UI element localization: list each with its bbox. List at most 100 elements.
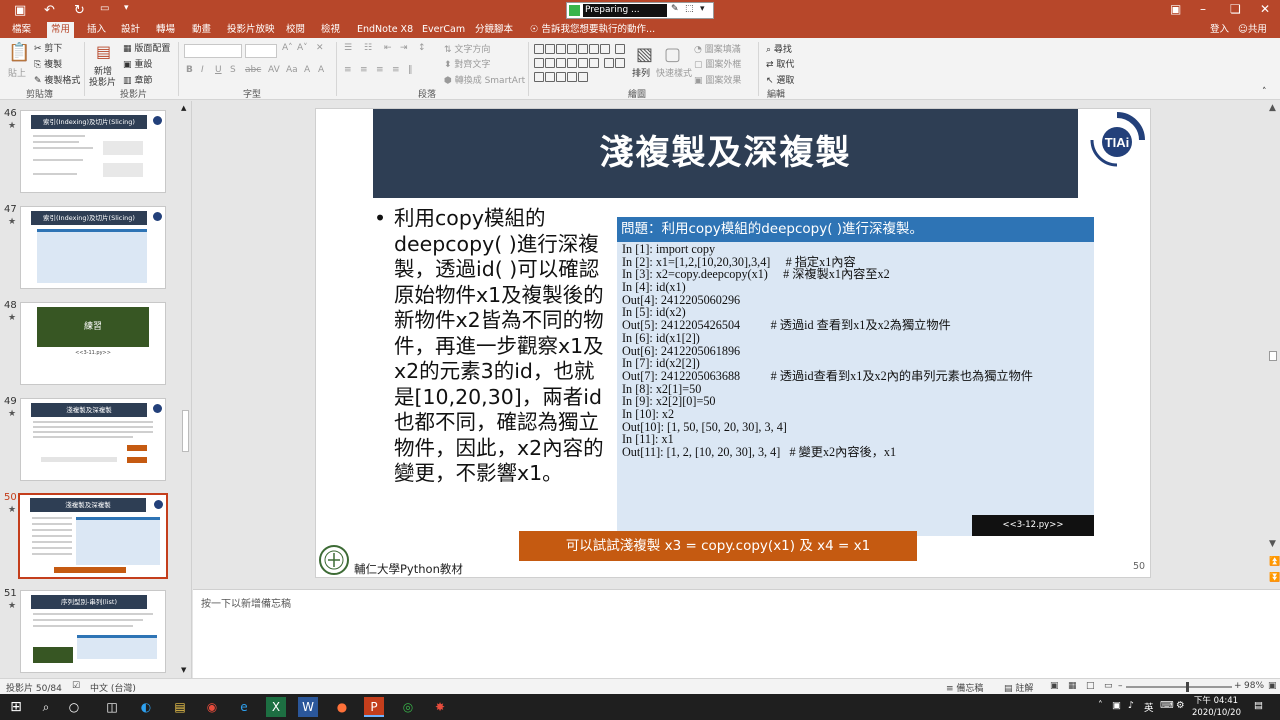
slide-thumbnail-48[interactable]: 練習 <<3-11.py>> — [20, 302, 166, 385]
grow-font-icon[interactable]: A˄ — [282, 43, 293, 53]
thumbnail-scrollbar[interactable]: ▲ ▼ — [180, 104, 190, 675]
tray-clock[interactable]: 下午 04:41 2020/10/20 — [1192, 695, 1241, 719]
align-center-icon[interactable]: ≡ — [360, 65, 368, 75]
zoom-in-icon[interactable]: + — [1234, 681, 1242, 691]
copy-button[interactable]: ⎘ 複製 — [34, 57, 62, 70]
find-button[interactable]: ⌕ 尋找 — [766, 42, 792, 55]
cortana-icon[interactable]: ○ — [64, 697, 84, 717]
zoom-slider[interactable] — [1126, 686, 1232, 688]
tab-view[interactable]: 檢視 — [317, 22, 344, 38]
save-icon[interactable]: ▣ — [14, 3, 26, 18]
comments-toggle[interactable]: ▤ 註解 — [1004, 681, 1033, 694]
spacing-icon[interactable]: AV — [268, 65, 280, 75]
arrange-button[interactable]: 排列 — [632, 66, 650, 79]
presentation-icon[interactable]: ▭ — [100, 3, 109, 14]
evercam-icon[interactable]: ◎ — [398, 697, 418, 717]
notifications-icon[interactable]: ▤ — [1254, 700, 1263, 711]
tell-me-search[interactable]: ☉ 告訴我您想要執行的動作... — [526, 22, 659, 38]
reset-button[interactable]: ▣ 重設 — [123, 57, 152, 70]
app-icon[interactable]: ✸ — [430, 697, 450, 717]
text-direction-button[interactable]: ⇅ 文字方向 — [444, 42, 490, 55]
scroll-up-icon[interactable]: ▲ — [181, 104, 186, 112]
restore-icon[interactable]: ❏ — [1230, 2, 1241, 16]
network-icon[interactable]: ▣ — [1112, 700, 1121, 711]
quick-styles-icon[interactable]: ▢ — [664, 44, 681, 65]
numbering-icon[interactable]: ☷ — [364, 43, 372, 53]
decrease-indent-icon[interactable]: ⇤ — [384, 43, 392, 53]
slide-thumbnail-47[interactable]: 索引(Indexing)及切片(Slicing) — [20, 206, 166, 289]
task-view-icon[interactable]: ◫ — [102, 697, 122, 717]
line-spacing-icon[interactable]: ↕ — [418, 43, 426, 53]
editor-scrollbar[interactable]: ▲ ▼ ⏫ ⏬ — [1267, 101, 1280, 589]
tab-home[interactable]: 常用 — [47, 22, 75, 38]
slide-thumbnail-51[interactable]: 序列型別-串列(list) — [20, 590, 166, 673]
scroll-up-icon[interactable]: ▲ — [1269, 103, 1276, 113]
chrome-icon[interactable]: ◉ — [202, 697, 222, 717]
italic-icon[interactable]: I — [201, 65, 204, 75]
normal-view-icon[interactable]: ▣ — [1050, 681, 1059, 691]
notes-pane[interactable]: 按一下以新增備忘稿 — [193, 589, 1280, 678]
replace-button[interactable]: ⇄ 取代 — [766, 57, 794, 70]
slide-thumbnail-46[interactable]: 索引(Indexing)及切片(Slicing) — [20, 110, 166, 193]
new-slide-icon[interactable]: ▤ — [96, 42, 111, 61]
windows-start-icon[interactable]: ⊞ — [6, 697, 26, 717]
scrollbar-thumb[interactable] — [1269, 351, 1277, 361]
smartart-button[interactable]: ⬢ 轉換成 SmartArt — [444, 73, 525, 86]
clear-format-icon[interactable]: ✕ — [316, 43, 324, 53]
tab-review[interactable]: 校閱 — [282, 22, 309, 38]
font-color-icon[interactable]: A — [318, 65, 324, 75]
increase-indent-icon[interactable]: ⇥ — [400, 43, 408, 53]
search-icon[interactable]: ⌕ — [36, 697, 56, 717]
customize-toolbar-icon[interactable]: ▾ — [124, 3, 129, 13]
scroll-down-icon[interactable]: ▼ — [181, 666, 186, 674]
ie-icon[interactable]: e — [234, 697, 254, 717]
cut-button[interactable]: ✂ 剪下 — [34, 41, 62, 54]
spellcheck-icon[interactable]: ☑ — [72, 681, 80, 691]
notes-toggle[interactable]: ≡ 備忘稿 — [946, 681, 983, 694]
tray-chevron-icon[interactable]: ˄ — [1098, 700, 1103, 711]
collapse-ribbon-icon[interactable]: ˄ — [1262, 87, 1267, 97]
zoom-slider-handle[interactable] — [1186, 682, 1189, 692]
arrange-icon[interactable]: ▧ — [636, 44, 653, 65]
tab-insert[interactable]: 插入 — [83, 22, 110, 38]
crop-icon[interactable]: ⬚ — [685, 4, 694, 14]
share-button[interactable]: ☺共用 — [1234, 22, 1271, 38]
tab-evercam[interactable]: EverCam — [418, 22, 469, 38]
scroll-down-icon[interactable]: ▼ — [1269, 539, 1276, 549]
justify-icon[interactable]: ≡ — [392, 65, 400, 75]
paste-icon[interactable]: 📋 — [8, 42, 30, 63]
hint-box[interactable]: 可以試試淺複製 x3 = copy.copy(x1) 及 x4 = x1 — [519, 531, 917, 561]
close-icon[interactable]: ✕ — [1260, 2, 1270, 16]
slide-thumbnail-50[interactable]: 淺複製及深複製 — [18, 493, 168, 579]
highlight-icon[interactable]: A — [304, 65, 310, 75]
tab-file[interactable]: 檔案 — [8, 22, 35, 38]
select-button[interactable]: ↖ 選取 — [766, 73, 794, 86]
code-header[interactable]: 問題：利用copy模組的deepcopy( )進行深複製。 — [617, 217, 1094, 242]
underline-icon[interactable]: U — [215, 65, 222, 75]
tab-transitions[interactable]: 轉場 — [152, 22, 179, 38]
volume-icon[interactable]: ♪ — [1128, 700, 1134, 711]
columns-icon[interactable]: ‖ — [408, 65, 413, 75]
new-slide-button-line2[interactable]: 投影片 — [89, 75, 116, 88]
align-text-button[interactable]: ⬍ 對齊文字 — [444, 57, 490, 70]
tab-endnote[interactable]: EndNote X8 — [353, 22, 417, 38]
reading-view-icon[interactable]: □ — [1086, 681, 1095, 691]
shrink-font-icon[interactable]: A˅ — [297, 43, 308, 53]
keyboard-icon[interactable]: ⌨ — [1160, 700, 1174, 711]
shape-effects-button[interactable]: ▣ 圖案效果 — [694, 73, 741, 86]
tab-design[interactable]: 設計 — [117, 22, 144, 38]
minimize-icon[interactable]: – — [1200, 2, 1206, 16]
previous-slide-icon[interactable]: ⏫ — [1269, 557, 1280, 567]
edge-icon[interactable]: ◐ — [136, 697, 156, 717]
shape-outline-button[interactable]: ▢ 圖案外框 — [694, 57, 741, 70]
shapes-gallery[interactable] — [534, 43, 628, 82]
file-explorer-icon[interactable]: ▤ — [170, 697, 190, 717]
case-icon[interactable]: Aa — [286, 65, 298, 75]
tab-animations[interactable]: 動畫 — [188, 22, 215, 38]
slideshow-icon[interactable]: ▭ — [1104, 681, 1113, 691]
format-painter-button[interactable]: ✎ 複製格式 — [34, 73, 80, 86]
fit-slide-icon[interactable]: ▣ — [1268, 681, 1277, 691]
font-size-select[interactable] — [245, 44, 277, 58]
section-button[interactable]: ▥ 章節 — [123, 73, 152, 86]
firefox-icon[interactable]: ● — [332, 697, 352, 717]
